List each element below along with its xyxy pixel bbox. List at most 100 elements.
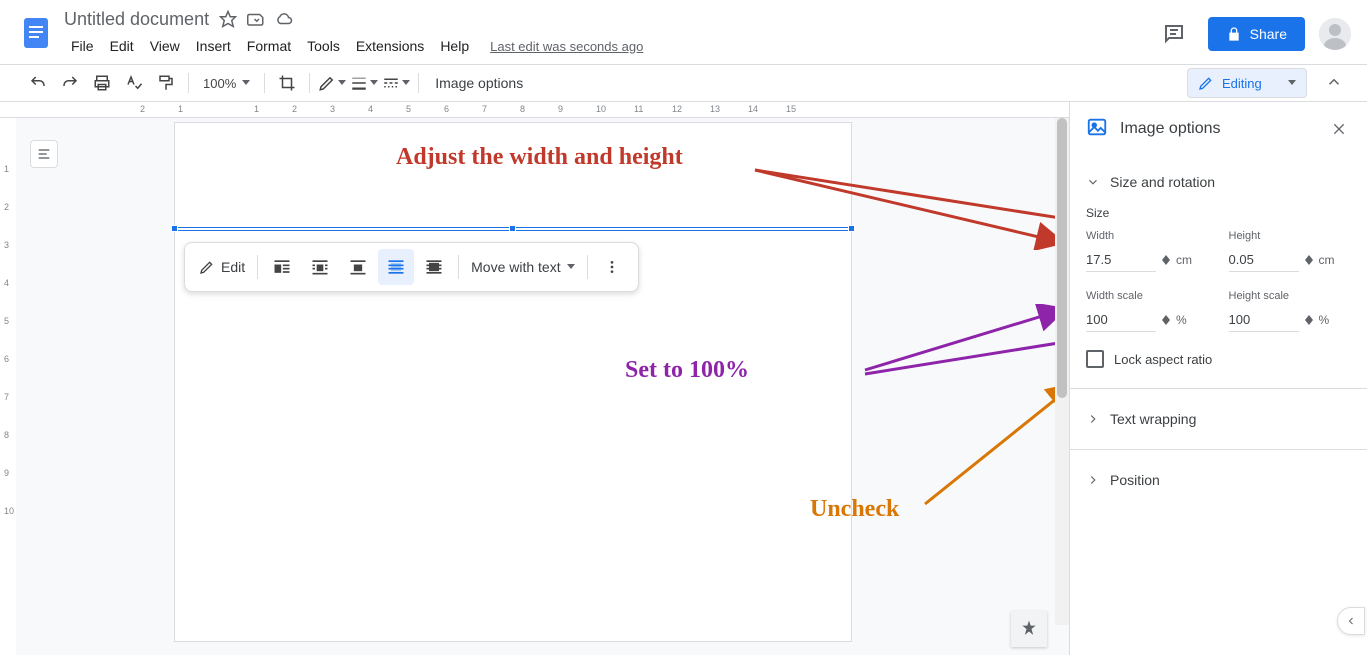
break-text-button[interactable] — [340, 249, 376, 285]
menu-extensions[interactable]: Extensions — [349, 34, 431, 58]
annotation-arrow-orange — [920, 380, 1070, 510]
text-wrapping-section[interactable]: Text wrapping — [1070, 397, 1367, 441]
edit-image-button[interactable]: Edit — [193, 249, 251, 285]
zoom-value: 100% — [203, 76, 236, 91]
last-edit-link[interactable]: Last edit was seconds ago — [490, 39, 643, 54]
menu-edit[interactable]: Edit — [103, 34, 141, 58]
scrollbar-thumb[interactable] — [1057, 118, 1067, 398]
toolbar-separator — [309, 73, 310, 93]
vertical-scrollbar[interactable] — [1055, 118, 1069, 625]
explore-button[interactable] — [1011, 611, 1047, 647]
spellcheck-button[interactable] — [120, 69, 148, 97]
image-options-panel: Image options Size and rotation Size Wid… — [1070, 102, 1367, 655]
edit-label: Edit — [221, 259, 245, 275]
comment-history-button[interactable] — [1154, 14, 1194, 54]
panel-header: Image options — [1070, 102, 1367, 156]
height-scale-unit: % — [1319, 313, 1330, 327]
resize-handle-right[interactable] — [848, 225, 855, 232]
inline-wrap-button[interactable] — [264, 249, 300, 285]
zoom-dropdown[interactable]: 100% — [197, 69, 256, 97]
wrap-text-button[interactable] — [302, 249, 338, 285]
undo-button[interactable] — [24, 69, 52, 97]
docs-logo[interactable] — [16, 12, 56, 52]
more-options-button[interactable] — [594, 249, 630, 285]
toolbar-separator — [418, 73, 419, 93]
in-front-text-button[interactable] — [416, 249, 452, 285]
show-side-panel-button[interactable] — [1337, 607, 1365, 635]
close-panel-button[interactable] — [1327, 117, 1351, 141]
caret-down-icon — [242, 80, 250, 86]
account-avatar[interactable] — [1319, 18, 1351, 50]
border-color-button[interactable] — [318, 69, 346, 97]
print-button[interactable] — [88, 69, 116, 97]
lock-icon — [1226, 26, 1242, 42]
pencil-icon — [199, 259, 215, 275]
menu-help[interactable]: Help — [433, 34, 476, 58]
menu-insert[interactable]: Insert — [189, 34, 238, 58]
border-dash-button[interactable] — [382, 69, 410, 97]
document-title[interactable]: Untitled document — [64, 9, 209, 30]
crop-image-button[interactable] — [273, 69, 301, 97]
move-icon[interactable] — [247, 10, 265, 28]
toolbar-separator — [188, 73, 189, 93]
size-subsection-label: Size — [1086, 206, 1351, 220]
cloud-status-icon[interactable] — [275, 10, 293, 28]
resize-handle-middle[interactable] — [509, 225, 516, 232]
image-options-toolbar-button[interactable]: Image options — [427, 75, 531, 91]
redo-button[interactable] — [56, 69, 84, 97]
ruler-vertical[interactable]: 12345678910 — [0, 118, 16, 655]
width-stepper[interactable] — [1162, 255, 1170, 265]
width-input[interactable] — [1086, 248, 1156, 272]
height-scale-label: Height scale — [1229, 290, 1352, 302]
menu-format[interactable]: Format — [240, 34, 298, 58]
star-icon[interactable] — [219, 10, 237, 28]
position-section[interactable]: Position — [1070, 458, 1367, 502]
header-bar: Untitled document File Edit View Insert … — [0, 0, 1367, 64]
height-scale-stepper[interactable] — [1305, 315, 1313, 325]
behind-text-button[interactable] — [378, 249, 414, 285]
width-scale-input[interactable] — [1086, 308, 1156, 332]
editing-label: Editing — [1222, 76, 1262, 91]
lock-aspect-checkbox[interactable] — [1086, 350, 1104, 368]
annotation-arrow-purple-2 — [860, 312, 1070, 382]
ruler-horizontal[interactable]: 21123456789101112131415 — [0, 102, 1069, 118]
position-dropdown[interactable]: Move with text — [465, 249, 580, 285]
image-floating-toolbar: Edit Move with text — [184, 242, 639, 292]
main: 21123456789101112131415 12345678910 Edit — [0, 102, 1367, 655]
caret-down-icon — [1288, 80, 1296, 86]
document-outline-button[interactable] — [30, 140, 58, 168]
width-label: Width — [1086, 230, 1209, 242]
text-wrapping-title: Text wrapping — [1110, 411, 1196, 427]
resize-handle-left[interactable] — [171, 225, 178, 232]
height-unit: cm — [1319, 253, 1335, 267]
width-unit: cm — [1176, 253, 1192, 267]
toolbar-separator — [264, 73, 265, 93]
header-right: Share — [1154, 14, 1351, 54]
size-rotation-title: Size and rotation — [1110, 174, 1215, 190]
border-weight-button[interactable] — [350, 69, 378, 97]
document-page[interactable] — [174, 122, 852, 642]
share-button[interactable]: Share — [1208, 17, 1305, 51]
width-scale-label: Width scale — [1086, 290, 1209, 302]
lock-aspect-label: Lock aspect ratio — [1114, 352, 1212, 367]
position-title: Position — [1110, 472, 1160, 488]
size-rotation-toggle[interactable]: Size and rotation — [1086, 168, 1351, 196]
menu-view[interactable]: View — [143, 34, 187, 58]
section-separator — [1070, 449, 1367, 450]
width-scale-unit: % — [1176, 313, 1187, 327]
canvas-area: 21123456789101112131415 12345678910 Edit — [0, 102, 1070, 655]
width-scale-stepper[interactable] — [1162, 315, 1170, 325]
hide-menus-button[interactable] — [1325, 73, 1343, 94]
chevron-right-icon — [1086, 412, 1100, 426]
height-input[interactable] — [1229, 248, 1299, 272]
selected-image[interactable] — [174, 227, 852, 231]
caret-down-icon — [567, 264, 575, 270]
menu-file[interactable]: File — [64, 34, 101, 58]
height-scale-input[interactable] — [1229, 308, 1299, 332]
editing-mode-dropdown[interactable]: Editing — [1187, 68, 1307, 98]
section-separator — [1070, 388, 1367, 389]
height-stepper[interactable] — [1305, 255, 1313, 265]
menu-tools[interactable]: Tools — [300, 34, 347, 58]
toolbar: 100% Image options Editing — [0, 64, 1367, 102]
paint-format-button[interactable] — [152, 69, 180, 97]
